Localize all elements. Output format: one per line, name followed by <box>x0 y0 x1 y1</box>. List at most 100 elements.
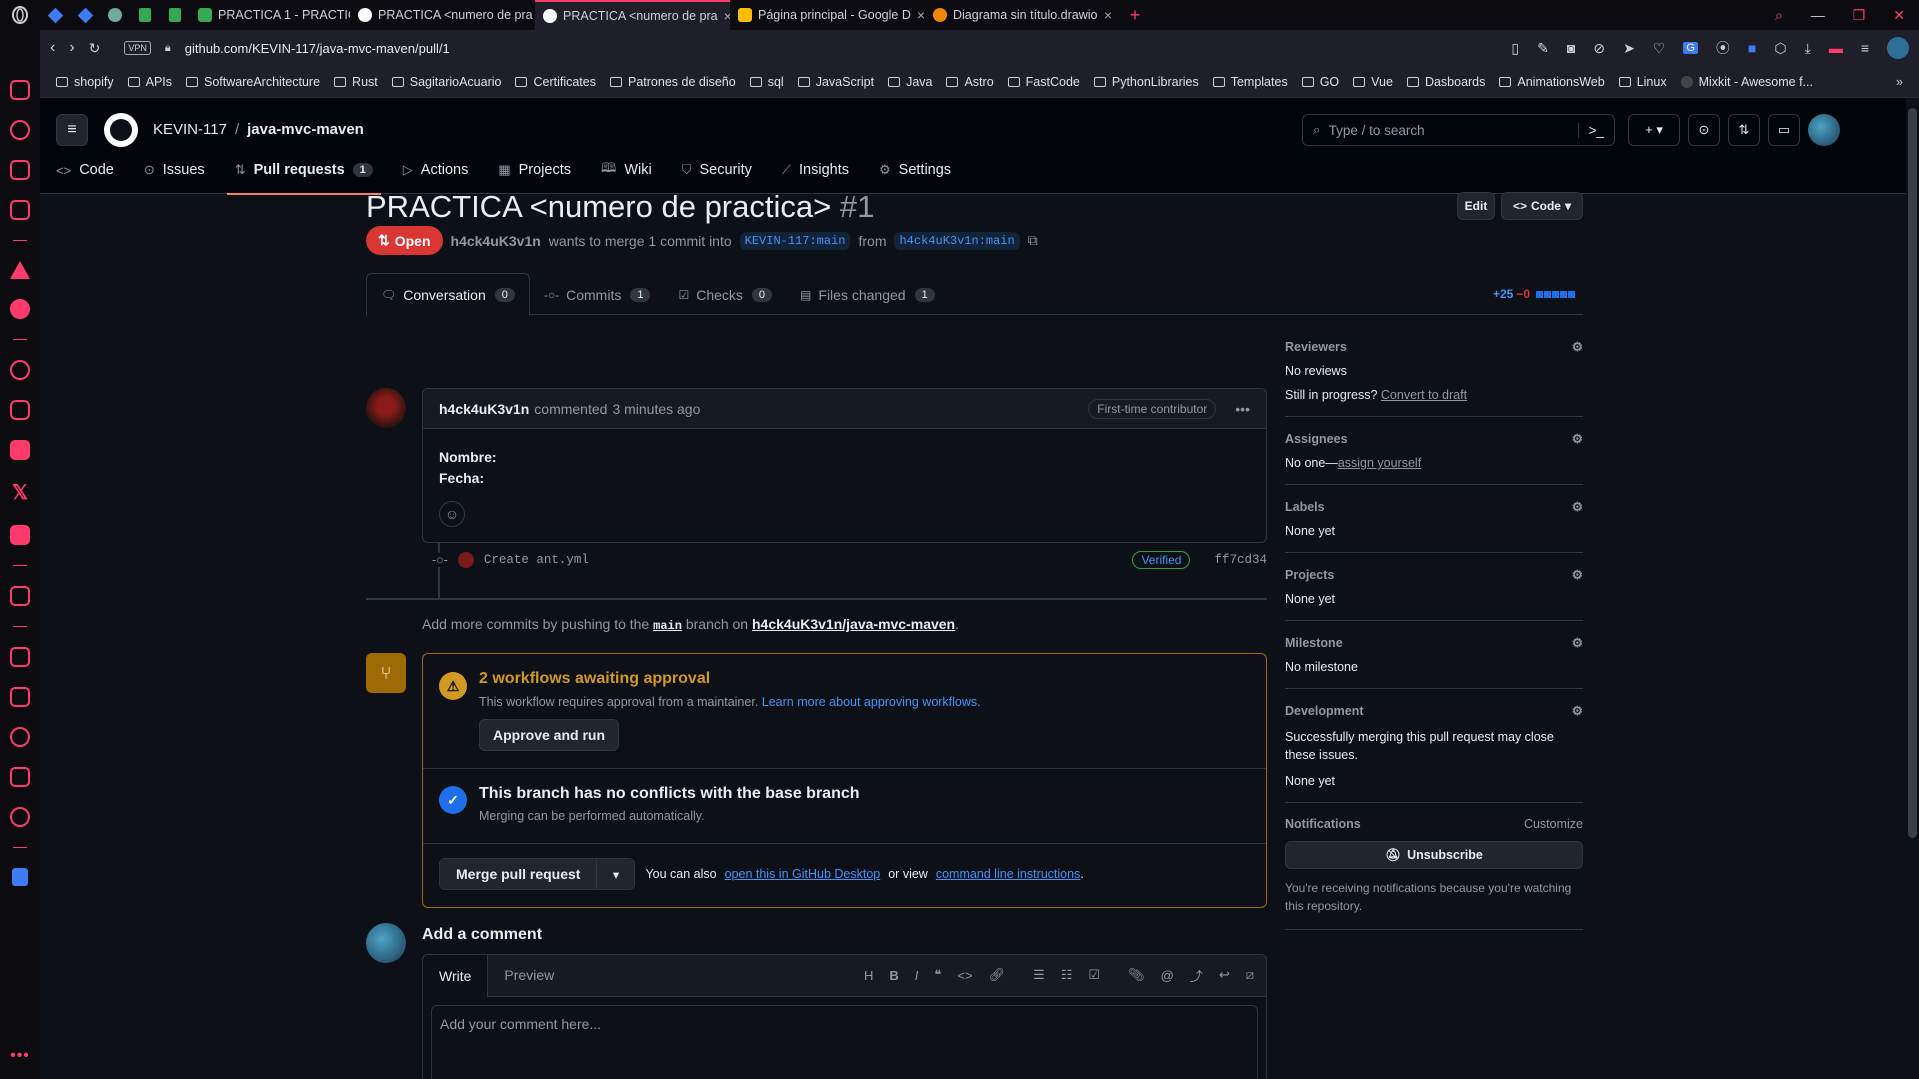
block-icon[interactable]: ⊘ <box>1593 40 1605 57</box>
aria-icon[interactable] <box>10 261 30 279</box>
unsubscribe-button[interactable]: 🔕︎ Unsubscribe <box>1285 841 1583 869</box>
pr-tab-commits[interactable]: -○- Commits 1 <box>530 273 665 316</box>
bookmark-item[interactable]: Vue <box>1353 75 1393 89</box>
head-branch[interactable]: h4ck4uK3v1n:main <box>894 231 1020 250</box>
merge-pull-request-button[interactable]: Merge pull request <box>440 859 597 889</box>
bookmark-item[interactable]: JavaScript <box>797 75 874 89</box>
bookmark-item[interactable]: Java <box>888 75 932 89</box>
send-icon[interactable]: ➤ <box>1623 40 1635 57</box>
repo-tab-insights[interactable]: ⟋ Insights <box>774 146 857 194</box>
repo-tab-security[interactable]: ⛉ Security <box>674 146 760 194</box>
bookmark-item[interactable]: sql <box>749 75 784 89</box>
x-twitter-icon[interactable]: 𝕏 <box>12 480 28 505</box>
pinned-tab[interactable] <box>40 7 70 23</box>
reader-icon[interactable]: ▯ <box>1511 40 1519 57</box>
messenger-icon[interactable] <box>10 299 30 319</box>
add-reaction-icon[interactable]: ☺ <box>439 501 465 527</box>
heart-icon[interactable]: ♡ <box>1653 40 1666 57</box>
approval-learn-link[interactable]: Learn more about approving workflows. <box>762 695 981 709</box>
pinned-tab[interactable] <box>130 8 160 22</box>
gear-icon[interactable]: ⚙ <box>1572 635 1583 650</box>
profile-icon[interactable] <box>1887 37 1909 59</box>
close-window-icon[interactable]: ✕ <box>1893 7 1905 24</box>
menu-button[interactable]: ≡ <box>56 114 88 146</box>
github-logo-icon[interactable] <box>104 113 138 147</box>
browser-tab[interactable]: Página principal - Google D × <box>730 0 925 30</box>
repo-tab-wiki[interactable]: 🕮︎ Wiki <box>593 146 660 194</box>
repo-tab-actions[interactable]: ▷ Actions <box>395 146 477 194</box>
bold-icon[interactable]: B <box>889 968 898 983</box>
gamepad-icon[interactable] <box>10 80 30 100</box>
base-branch[interactable]: KEVIN-117:main <box>739 231 851 250</box>
bitwarden-icon[interactable] <box>12 868 28 886</box>
bookmarks-overflow-icon[interactable]: » <box>1896 75 1903 89</box>
preview-tab[interactable]: Preview <box>488 955 570 996</box>
gear-icon[interactable]: ⚙ <box>1572 431 1583 446</box>
current-user-avatar[interactable] <box>366 923 406 963</box>
bookmark-item[interactable]: Templates <box>1212 75 1288 89</box>
reload-icon[interactable]: ↻ <box>89 40 101 57</box>
pr-tab-checks[interactable]: ☑ Checks 0 <box>664 273 786 316</box>
pull-requests-icon[interactable]: ⇅ <box>1728 114 1760 146</box>
search-input[interactable]: ⌕ Type / to search >_ <box>1302 114 1615 146</box>
history-icon[interactable] <box>10 727 30 747</box>
reply-icon[interactable]: ↩ <box>1219 967 1230 983</box>
pinned-tab[interactable] <box>160 8 190 22</box>
restore-icon[interactable]: ❐ <box>1853 7 1866 24</box>
repo-tab-settings[interactable]: ⚙ Settings <box>871 146 959 194</box>
gear-icon[interactable]: ⚙ <box>1572 703 1583 718</box>
url-field[interactable]: github.com/KEVIN-117/java-mvc-maven/pull… <box>185 41 450 56</box>
push-repo-link[interactable]: h4ck4uK3v1n/java-mvc-maven <box>752 616 955 632</box>
bookmark-item[interactable]: Linux <box>1618 75 1667 89</box>
gear-icon[interactable]: ⚙ <box>1572 339 1583 354</box>
browser-tab-active[interactable]: PRACTICA <numero de pra × <box>535 0 730 30</box>
close-tab-icon[interactable]: × <box>917 7 925 23</box>
task-list-icon[interactable]: ☑ <box>1088 967 1100 983</box>
code-icon[interactable]: <> <box>957 968 972 983</box>
attach-icon[interactable]: 📎︎ <box>1128 967 1145 983</box>
bookmark-item[interactable]: GO <box>1301 75 1339 89</box>
close-tab-icon[interactable]: × <box>1104 7 1112 23</box>
comment-author[interactable]: h4ck4uK3v1n <box>439 401 529 417</box>
settings-icon[interactable] <box>10 807 30 827</box>
bookmark-item[interactable]: SagitarioAcuario <box>391 75 501 89</box>
ai-icon[interactable] <box>10 200 30 220</box>
edit-icon[interactable]: ✎ <box>1537 40 1549 57</box>
more-icon[interactable]: ••• <box>10 1047 30 1065</box>
quote-icon[interactable]: ❝ <box>934 967 941 983</box>
vpn-badge[interactable]: VPN <box>124 41 151 55</box>
bag-icon[interactable] <box>10 160 30 180</box>
code-dropdown-button[interactable]: <> Code ▾ <box>1501 192 1583 220</box>
commit-message[interactable]: Create ant.yml <box>484 553 589 567</box>
slash-command-icon[interactable]: ⧄ <box>1246 967 1254 983</box>
pr-tab-conversation[interactable]: 🗨︎ Conversation 0 <box>366 273 530 316</box>
bookmark-item[interactable]: Dasboards <box>1406 75 1485 89</box>
gear-icon[interactable]: ⚙ <box>1572 567 1583 582</box>
link-icon[interactable]: 🔗︎ <box>989 967 1006 983</box>
scrollbar-thumb[interactable] <box>1908 108 1917 838</box>
repo-tab-projects[interactable]: ▦ Projects <box>490 146 579 194</box>
italic-icon[interactable]: I <box>915 968 919 983</box>
numbered-list-icon[interactable]: ☰ <box>1033 967 1045 983</box>
pr-tab-files-changed[interactable]: ▤ Files changed 1 <box>786 273 949 316</box>
tiktok-icon[interactable] <box>10 440 30 460</box>
browser-tab[interactable]: PRACTICA <numero de pra × <box>350 0 535 30</box>
bookmark-item[interactable]: AnimationsWeb <box>1499 75 1605 89</box>
minimize-icon[interactable]: — <box>1811 7 1825 23</box>
music-icon[interactable] <box>10 360 30 380</box>
shield-ext-icon[interactable]: ■ <box>1748 40 1756 56</box>
pr-author[interactable]: h4ck4uK3v1n <box>451 233 541 249</box>
bookmark-item[interactable]: Patrones de diseño <box>610 75 736 89</box>
repo-tab-issues[interactable]: ⊙ Issues <box>136 146 213 194</box>
repo-tab-pull-requests[interactable]: ⇅ Pull requests 1 <box>226 146 381 195</box>
discord-icon[interactable] <box>10 525 30 545</box>
bulleted-list-icon[interactable]: ☷ <box>1061 967 1073 983</box>
instagram-icon[interactable] <box>10 400 30 420</box>
browser-tab[interactable]: PRACTICA 1 - PRACTICO .p × <box>190 0 350 30</box>
repo-tab-code[interactable]: <> Code <box>48 146 122 194</box>
translate-icon[interactable]: G <box>1683 42 1698 54</box>
user-avatar[interactable] <box>1808 114 1840 146</box>
browser-tab[interactable]: Diagrama sin título.drawio × <box>925 0 1120 30</box>
speed-dial-icon[interactable] <box>10 120 30 140</box>
approve-run-button[interactable]: Approve and run <box>479 719 619 751</box>
